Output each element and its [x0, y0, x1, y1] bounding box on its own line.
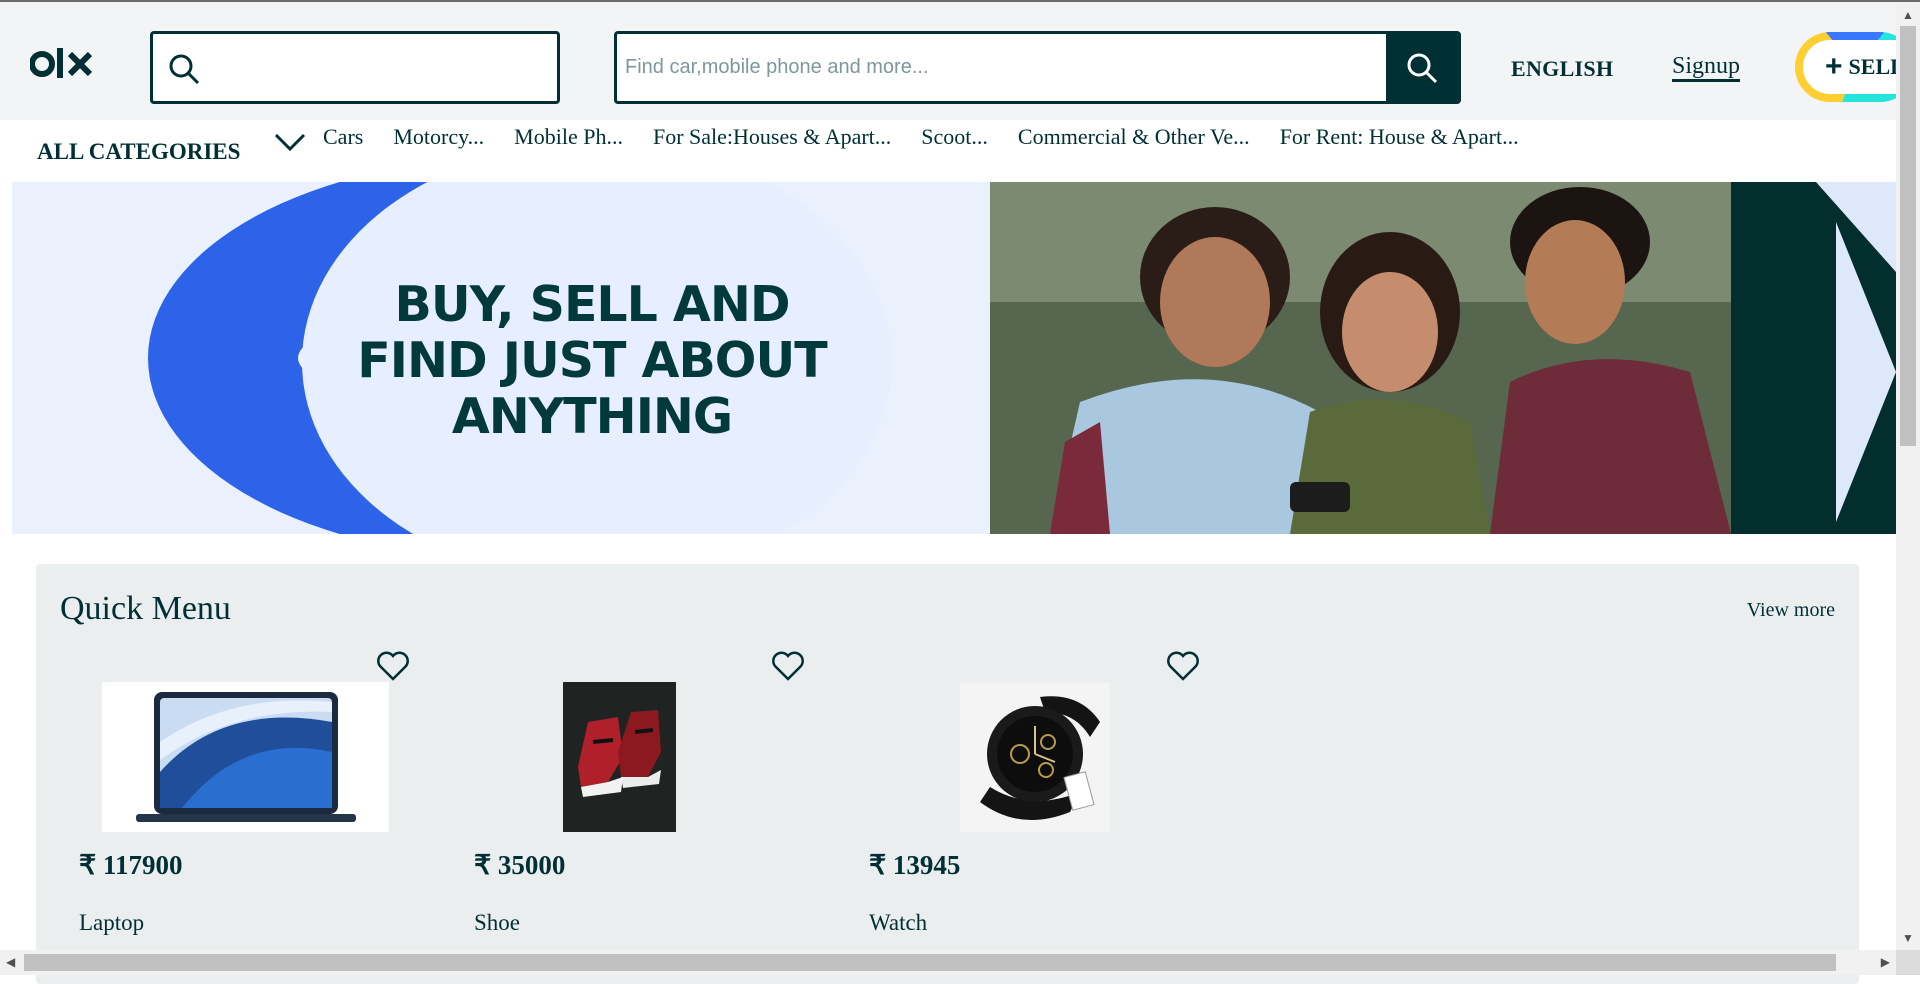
product-price: ₹ 117900: [79, 850, 183, 880]
category-item-mobile-phones[interactable]: Mobile Ph...: [514, 124, 623, 150]
product-card-watch[interactable]: ₹ 13945 Watch: [850, 650, 1210, 970]
scroll-right-arrow-icon[interactable]: ▶: [1881, 955, 1890, 970]
product-price: ₹ 13945: [869, 850, 961, 880]
vertical-scroll-thumb[interactable]: [1900, 26, 1916, 446]
vertical-scrollbar[interactable]: ▲ ▼: [1896, 2, 1920, 950]
product-card-laptop[interactable]: ₹ 117900 Laptop: [60, 650, 420, 970]
horizontal-scroll-thumb[interactable]: [24, 954, 1836, 971]
banner-side-shape: [1731, 182, 1896, 534]
search-bar: [614, 31, 1461, 104]
watch-image: [960, 682, 1110, 832]
scroll-left-arrow-icon[interactable]: ◀: [6, 955, 15, 970]
quick-menu-panel: Quick Menu View more ₹ 117900 Laptop ₹ 3…: [36, 564, 1859, 984]
all-categories-label[interactable]: ALL CATEGORIES: [37, 139, 240, 165]
language-selector[interactable]: ENGLISH: [1511, 56, 1613, 82]
banner-headline: BUY, SELL AND FIND JUST ABOUT ANYTHING: [312, 277, 872, 445]
category-item-houses-for-sale[interactable]: For Sale:Houses & Apart...: [653, 124, 891, 150]
category-item-commercial-vehicles[interactable]: Commercial & Other Ve...: [1018, 124, 1250, 150]
category-item-motorcycles[interactable]: Motorcy...: [393, 124, 484, 150]
product-price: ₹ 35000: [474, 850, 566, 880]
product-name: Shoe: [474, 910, 520, 935]
banner-graphic: BUY, SELL AND FIND JUST ABOUT ANYTHING: [12, 182, 990, 534]
view-more-link[interactable]: View more: [1747, 599, 1835, 622]
laptop-image: [102, 682, 389, 832]
product-card-shoe[interactable]: ₹ 35000 Shoe: [455, 650, 815, 970]
banner-line-3: ANYTHING: [451, 388, 733, 445]
heart-icon[interactable]: [1166, 650, 1200, 682]
heart-icon[interactable]: [376, 650, 410, 682]
scroll-up-arrow-icon[interactable]: ▲: [1902, 8, 1914, 23]
scrollbar-corner: [1896, 950, 1920, 975]
banner-line-1: BUY, SELL AND: [394, 276, 790, 333]
banner-people-photo: [990, 182, 1731, 534]
chevron-down-icon[interactable]: [273, 129, 307, 155]
plus-icon: +: [1825, 50, 1843, 83]
quick-menu-title: Quick Menu: [60, 590, 231, 627]
product-name: Laptop: [79, 910, 145, 935]
product-name: Watch: [869, 910, 928, 935]
top-header: ENGLISH Signup + SELL: [0, 2, 1915, 120]
heart-icon[interactable]: [771, 650, 805, 682]
signup-link[interactable]: Signup: [1672, 53, 1740, 80]
search-icon: [169, 54, 200, 85]
horizontal-scrollbar[interactable]: ◀ ▶: [0, 950, 1896, 975]
hero-banner[interactable]: BUY, SELL AND FIND JUST ABOUT ANYTHING: [12, 182, 1896, 534]
banner-triangle-arrow: [1836, 222, 1896, 522]
banner-line-2: FIND JUST ABOUT: [357, 332, 827, 389]
search-input[interactable]: [617, 34, 1377, 101]
shoe-image: [563, 682, 676, 832]
search-icon: [1407, 53, 1438, 83]
category-nav: Cars Motorcy... Mobile Ph... For Sale:Ho…: [323, 124, 1549, 150]
olx-logo[interactable]: [30, 44, 100, 84]
category-item-scooters[interactable]: Scoot...: [921, 124, 988, 150]
category-item-houses-for-rent[interactable]: For Rent: House & Apart...: [1280, 124, 1519, 150]
location-field[interactable]: [150, 31, 560, 104]
scroll-down-arrow-icon[interactable]: ▼: [1902, 931, 1914, 946]
category-item-cars[interactable]: Cars: [323, 124, 363, 150]
search-button[interactable]: [1386, 34, 1458, 101]
